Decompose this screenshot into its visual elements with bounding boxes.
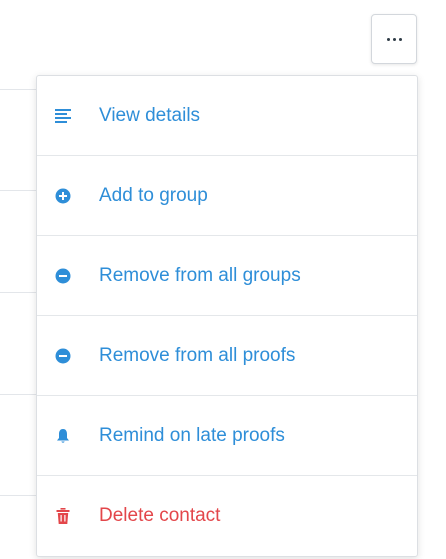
menu-item-label: Delete contact bbox=[99, 505, 221, 526]
more-options-button[interactable] bbox=[371, 14, 417, 64]
menu-item-remind-on-late-proofs[interactable]: Remind on late proofs bbox=[37, 396, 417, 476]
table-row-divider bbox=[0, 292, 40, 293]
menu-item-add-to-group[interactable]: Add to group bbox=[37, 156, 417, 236]
menu-item-remove-from-all-proofs[interactable]: Remove from all proofs bbox=[37, 316, 417, 396]
trash-icon bbox=[55, 508, 71, 524]
menu-item-label: View details bbox=[99, 104, 201, 126]
menu-item-label: Add to group bbox=[99, 184, 208, 206]
minus-circle-icon bbox=[55, 268, 71, 284]
minus-circle-icon bbox=[55, 348, 71, 364]
plus-circle-icon bbox=[55, 188, 71, 204]
menu-item-label: Remind on late proofs bbox=[99, 424, 285, 446]
table-row-divider bbox=[0, 394, 40, 395]
table-row-divider bbox=[0, 89, 40, 90]
more-horizontal-icon bbox=[386, 37, 402, 41]
menu-item-view-details[interactable]: View details bbox=[37, 76, 417, 156]
menu-item-label: Remove from all proofs bbox=[99, 344, 296, 366]
menu-item-remove-from-all-groups[interactable]: Remove from all groups bbox=[37, 236, 417, 316]
bell-icon bbox=[55, 428, 71, 444]
list-icon bbox=[55, 108, 71, 124]
menu-item-delete-contact[interactable]: Delete contact bbox=[37, 476, 417, 556]
menu-item-label: Remove from all groups bbox=[99, 264, 301, 286]
table-row-divider bbox=[0, 495, 40, 496]
contact-actions-menu: View details Add to group Remove from al… bbox=[36, 75, 418, 557]
table-row-divider bbox=[0, 190, 40, 191]
